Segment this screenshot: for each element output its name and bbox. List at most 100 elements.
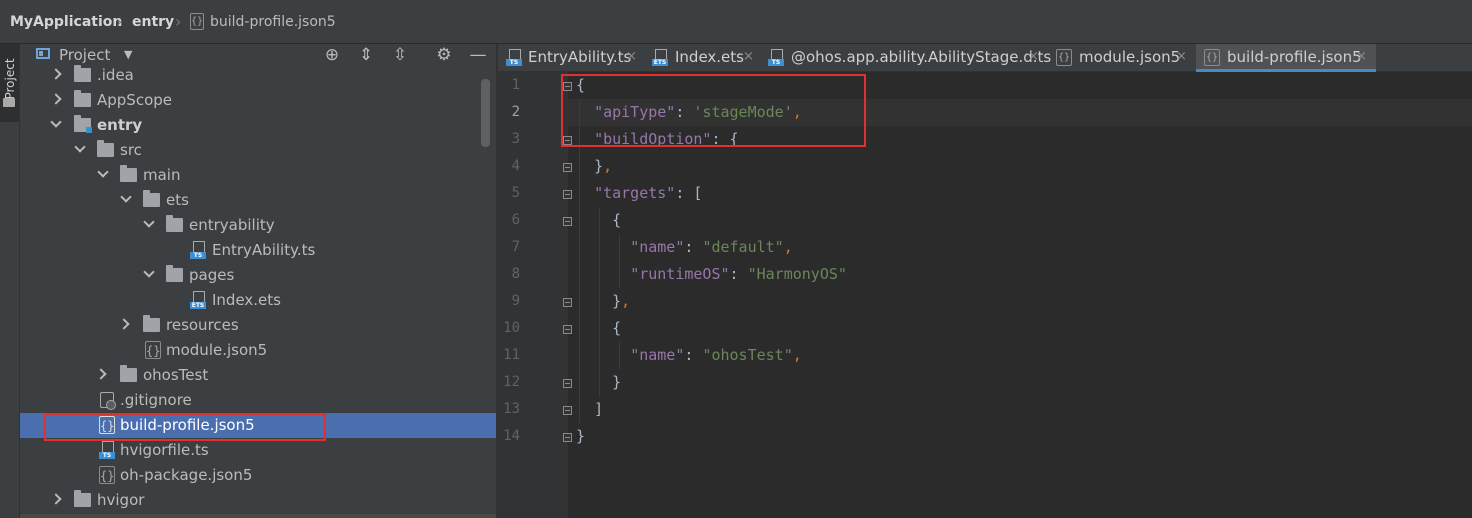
line-number[interactable]: 14 bbox=[500, 423, 520, 450]
close-icon[interactable]: × bbox=[1028, 44, 1039, 70]
code-token: } bbox=[594, 157, 604, 175]
gitignore-file-icon bbox=[99, 391, 116, 410]
tree-item-entryability[interactable]: entryability bbox=[20, 213, 496, 238]
chevron-down-icon[interactable] bbox=[143, 216, 155, 228]
folder-icon bbox=[166, 265, 183, 282]
chevron-right-icon[interactable] bbox=[50, 493, 62, 505]
fold-marker-icon[interactable] bbox=[563, 163, 572, 172]
folder-icon bbox=[120, 365, 137, 382]
tree-item-oh-package-json5[interactable]: {} oh-package.json5 bbox=[20, 463, 496, 488]
code-token: "default" bbox=[702, 238, 784, 256]
tree-item-label: src bbox=[120, 141, 142, 159]
chevron-right-icon[interactable] bbox=[50, 68, 62, 80]
navigation-bar: MyApplication › entry › {} build-profile… bbox=[0, 0, 1472, 44]
json-file-icon: {} bbox=[1056, 49, 1072, 66]
line-number[interactable]: 2 bbox=[500, 99, 520, 126]
fold-marker-icon[interactable] bbox=[563, 433, 572, 442]
line-number[interactable]: 3 bbox=[500, 126, 520, 153]
code-token: } bbox=[612, 292, 622, 310]
folder-icon bbox=[166, 215, 183, 232]
project-tool-window-button[interactable]: Project bbox=[0, 44, 19, 122]
highlight-box-build-profile bbox=[44, 413, 326, 441]
close-icon[interactable]: × bbox=[743, 44, 754, 70]
tree-item-label: pages bbox=[189, 266, 235, 284]
line-number[interactable]: 11 bbox=[500, 342, 520, 369]
tree-item-hvigorfile-ts[interactable]: TS hvigorfile.ts bbox=[20, 438, 496, 463]
line-number[interactable]: 5 bbox=[500, 180, 520, 207]
tree-item-label: Index.ets bbox=[212, 291, 281, 309]
fold-marker-icon[interactable] bbox=[563, 325, 572, 334]
tree-item-label: main bbox=[143, 166, 181, 184]
code-token: } bbox=[576, 427, 586, 445]
code-line-8: "runtimeOS": "HarmonyOS" bbox=[576, 261, 847, 288]
close-icon[interactable]: × bbox=[626, 44, 637, 70]
tree-item-src[interactable]: src bbox=[20, 138, 496, 163]
code-token: , bbox=[603, 157, 613, 175]
code-token: "targets" bbox=[594, 184, 676, 202]
tree-item-label: ets bbox=[166, 191, 189, 209]
code-token: { bbox=[612, 319, 622, 337]
chevron-right-icon[interactable] bbox=[95, 368, 107, 380]
fold-marker-icon[interactable] bbox=[563, 298, 572, 307]
tree-item-main[interactable]: main bbox=[20, 163, 496, 188]
chevron-down-icon[interactable] bbox=[74, 141, 86, 153]
panel-bottom-divider bbox=[20, 514, 496, 518]
chevron-right-icon[interactable] bbox=[50, 93, 62, 105]
line-number[interactable]: 10 bbox=[500, 315, 520, 342]
tree-item-label: hvigor bbox=[97, 491, 145, 509]
code-line-6: { bbox=[576, 207, 621, 234]
json-file-icon: {} bbox=[145, 341, 161, 359]
folder-icon bbox=[3, 98, 15, 107]
ts-file-icon: TS bbox=[768, 49, 784, 66]
line-number[interactable]: 4 bbox=[500, 153, 520, 180]
chevron-right-icon[interactable] bbox=[118, 318, 130, 330]
code-token: , bbox=[621, 292, 631, 310]
highlight-box-code bbox=[561, 74, 866, 147]
tree-item-resources[interactable]: resources bbox=[20, 313, 496, 338]
tree-item-entryability-ts[interactable]: TS EntryAbility.ts bbox=[20, 238, 496, 263]
code-token: "ohosTest" bbox=[702, 346, 793, 364]
tree-item-hvigor[interactable]: hvigor bbox=[20, 488, 496, 513]
line-number[interactable]: 8 bbox=[500, 261, 520, 288]
fold-marker-icon[interactable] bbox=[563, 379, 572, 388]
tree-item-idea[interactable]: .idea bbox=[20, 63, 496, 88]
line-number[interactable]: 13 bbox=[500, 396, 520, 423]
project-panel-scrollbar[interactable] bbox=[481, 79, 490, 147]
code-token: : bbox=[684, 346, 703, 364]
tab-index-ets[interactable]: ETS Index.ets × bbox=[644, 44, 760, 71]
tree-item-pages[interactable]: pages bbox=[20, 263, 496, 288]
breadcrumb-module[interactable]: entry bbox=[132, 12, 174, 32]
line-number[interactable]: 9 bbox=[500, 288, 520, 315]
chevron-down-icon[interactable] bbox=[97, 166, 109, 178]
tab-build-profile-json5[interactable]: {} build-profile.json5 × bbox=[1196, 44, 1376, 72]
tree-item-gitignore[interactable]: .gitignore bbox=[20, 388, 496, 413]
line-number[interactable]: 1 bbox=[500, 72, 520, 99]
code-line-9: }, bbox=[576, 288, 630, 315]
tab-abilitystage-d-ts[interactable]: TS @ohos.app.ability.AbilityStage.d.ts × bbox=[760, 44, 1051, 71]
tree-item-appscope[interactable]: AppScope bbox=[20, 88, 496, 113]
fold-marker-icon[interactable] bbox=[563, 406, 572, 415]
tree-item-ets[interactable]: ets bbox=[20, 188, 496, 213]
code-line-4: }, bbox=[576, 153, 612, 180]
line-number[interactable]: 7 bbox=[500, 234, 520, 261]
line-number[interactable]: 6 bbox=[500, 207, 520, 234]
tree-item-module-json5[interactable]: {} module.json5 bbox=[20, 338, 496, 363]
breadcrumb-project[interactable]: MyApplication bbox=[10, 12, 122, 32]
chevron-down-icon[interactable] bbox=[50, 116, 62, 128]
close-icon[interactable]: × bbox=[1356, 44, 1367, 70]
breadcrumb-file[interactable]: build-profile.json5 bbox=[210, 12, 336, 32]
fold-marker-icon[interactable] bbox=[563, 217, 572, 226]
tab-entryability-ts[interactable]: TS EntryAbility.ts × bbox=[498, 44, 644, 71]
module-folder-icon bbox=[74, 115, 92, 133]
chevron-down-icon[interactable] bbox=[120, 191, 132, 203]
close-icon[interactable]: × bbox=[1176, 44, 1187, 70]
tree-item-entry[interactable]: entry bbox=[20, 113, 496, 138]
code-token: , bbox=[783, 238, 793, 256]
code-token: "name" bbox=[630, 238, 685, 256]
fold-marker-icon[interactable] bbox=[563, 190, 572, 199]
tree-item-index-ets[interactable]: ETS Index.ets bbox=[20, 288, 496, 313]
chevron-down-icon[interactable] bbox=[143, 266, 155, 278]
tree-item-ohostest[interactable]: ohosTest bbox=[20, 363, 496, 388]
tab-module-json5[interactable]: {} module.json5 × bbox=[1048, 44, 1196, 71]
line-number[interactable]: 12 bbox=[500, 369, 520, 396]
